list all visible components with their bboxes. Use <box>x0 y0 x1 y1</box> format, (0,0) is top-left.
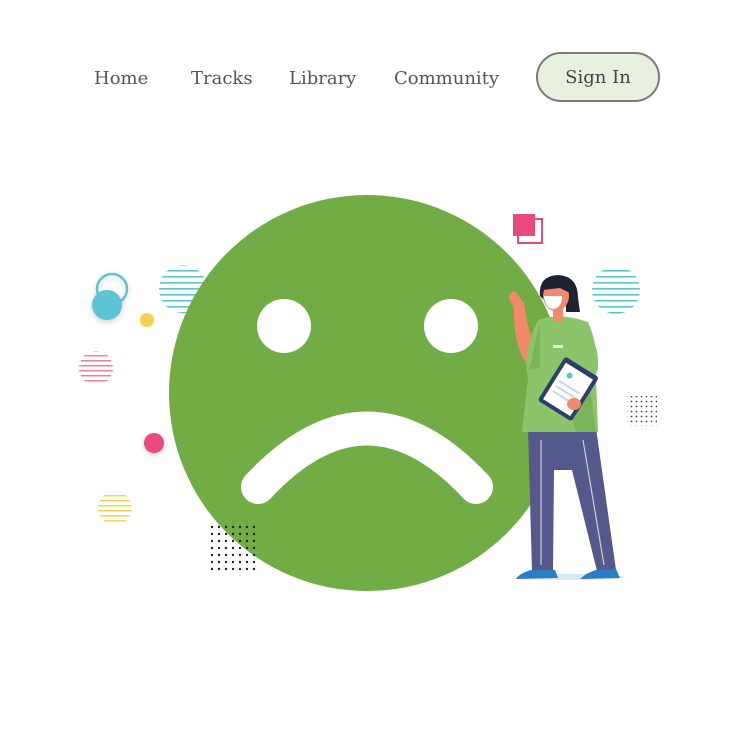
decor-teal-striped-circle-right-icon <box>592 266 640 314</box>
decor-dot-grid-icon <box>211 525 259 573</box>
decor-yellow-dot-icon <box>140 313 154 327</box>
decor-pink-striped-circle-icon <box>79 351 113 385</box>
decor-pink-dot-icon <box>144 433 164 453</box>
decor-teal-ring-icon <box>92 272 129 320</box>
page: Home Tracks Library Community Sign In <box>0 0 750 750</box>
decor-pink-square-icon <box>513 214 543 244</box>
healthcare-worker-icon <box>509 275 625 580</box>
hero-illustration <box>79 195 657 591</box>
decor-yellow-striped-circle-icon <box>98 491 132 525</box>
decor-dot-grid-right-icon <box>627 396 657 426</box>
